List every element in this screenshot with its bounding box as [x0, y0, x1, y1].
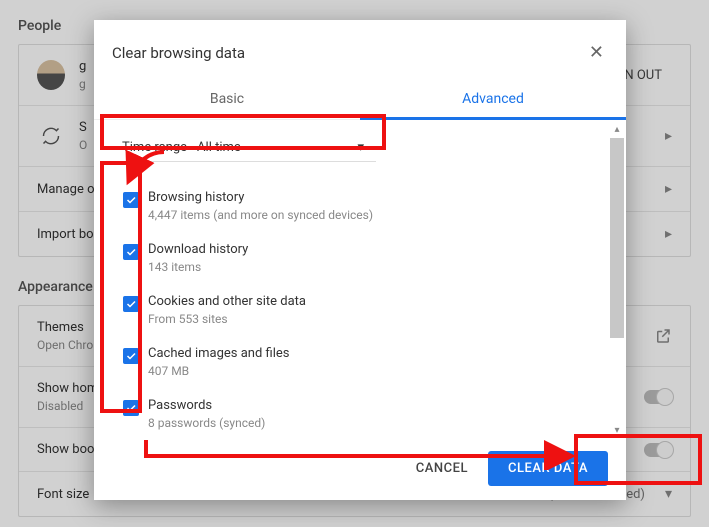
clear-data-item[interactable]: Browsing history 4,447 items (and more on… — [110, 180, 596, 232]
checkbox[interactable] — [123, 400, 139, 416]
clear-data-item[interactable]: Cached images and files 407 MB — [110, 336, 596, 388]
dialog-title: Clear browsing data — [112, 44, 585, 62]
item-subtitle: 407 MB — [148, 364, 592, 378]
checkbox[interactable] — [123, 296, 139, 312]
item-title: Download history — [148, 242, 592, 257]
item-title: Cached images and files — [148, 346, 592, 361]
item-subtitle: 8 passwords (synced) — [148, 416, 592, 430]
time-range-label: Time range — [122, 140, 187, 155]
close-icon[interactable]: ✕ — [585, 38, 608, 67]
clear-data-item[interactable]: Passwords 8 passwords (synced) — [110, 388, 596, 437]
dialog-actions: CANCEL CLEAR DATA — [94, 437, 626, 500]
clear-browsing-data-dialog: Clear browsing data ✕ Basic Advanced Tim… — [94, 20, 626, 500]
cancel-button[interactable]: CANCEL — [402, 451, 482, 486]
chevron-down-icon: ▾ — [357, 140, 364, 155]
item-subtitle: 143 items — [148, 260, 592, 274]
checkbox[interactable] — [123, 244, 139, 260]
item-subtitle: 4,447 items (and more on synced devices) — [148, 208, 592, 222]
scrollbar-down-icon[interactable]: ▾ — [610, 423, 624, 437]
dialog-tabs: Basic Advanced — [94, 81, 626, 120]
scrollbar-thumb[interactable] — [610, 138, 624, 338]
clear-data-item[interactable]: Download history 143 items — [110, 232, 596, 284]
tab-basic[interactable]: Basic — [94, 81, 360, 119]
item-title: Cookies and other site data — [148, 294, 592, 309]
dialog-scroll-area: Time range All time ▾ Browsing history 4,… — [94, 120, 626, 437]
checkbox[interactable] — [123, 192, 139, 208]
clear-data-item[interactable]: Cookies and other site data From 553 site… — [110, 284, 596, 336]
time-range-select[interactable]: Time range All time ▾ — [114, 134, 376, 162]
scrollbar-up-icon[interactable]: ▴ — [610, 122, 624, 136]
tab-advanced[interactable]: Advanced — [360, 81, 626, 120]
checkbox[interactable] — [123, 348, 139, 364]
item-subtitle: From 553 sites — [148, 312, 592, 326]
clear-data-button[interactable]: CLEAR DATA — [488, 451, 608, 486]
item-title: Browsing history — [148, 190, 592, 205]
item-title: Passwords — [148, 398, 592, 413]
time-range-value: All time — [197, 140, 241, 155]
